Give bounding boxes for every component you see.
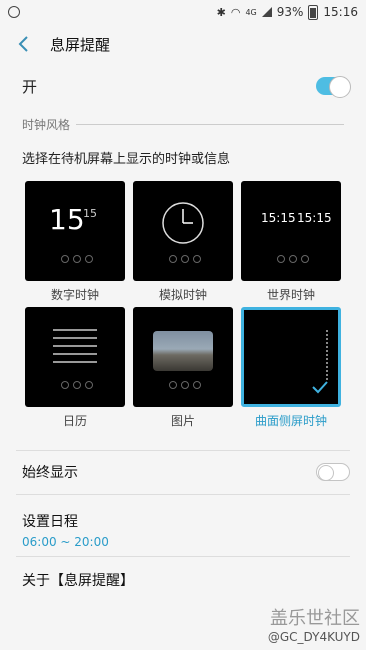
bluetooth-icon: ✱	[216, 5, 226, 19]
clock-tile-label: 曲面侧屏时钟	[254, 414, 327, 428]
clock-time: 15:16	[323, 5, 358, 19]
clock-tile-label: 世界时钟	[266, 288, 315, 302]
world-time-b: 15:15	[297, 211, 332, 225]
edge-clock-strip	[326, 330, 330, 380]
notification-icon	[8, 6, 20, 18]
schedule-value: 06:00 ~ 20:00	[22, 535, 109, 549]
calendar-grid-icon	[53, 329, 97, 363]
always-show-label: 始终显示	[22, 465, 78, 481]
watermark: 盖乐世社区 @GC_DY4KUYD	[268, 607, 360, 646]
clock-tile-label: 模拟时钟	[158, 288, 207, 302]
schedule-row[interactable]: 设置日程 06:00 ~ 20:00	[0, 495, 366, 555]
section-header-clock-style: 时钟风格	[22, 116, 344, 133]
wifi-icon: ◠	[230, 5, 241, 19]
watermark-line2: @GC_DY4KUYD	[267, 630, 360, 645]
signal-icon	[261, 7, 272, 17]
about-label: 关于【息屏提醒】	[22, 573, 134, 589]
clock-tile-calendar[interactable]	[25, 307, 125, 407]
battery-percent: 93%	[276, 5, 304, 19]
back-icon[interactable]	[4, 24, 44, 64]
clock-tile-label: 图片	[170, 414, 195, 428]
analog-clock-icon	[162, 202, 204, 244]
digital-time-big: 15	[49, 203, 85, 236]
watermark-line1: 盖乐世社区	[270, 608, 360, 630]
digital-time-small: 15	[83, 207, 97, 220]
clock-style-description: 选择在待机屏幕上显示的时钟或信息	[22, 152, 231, 167]
checkmark-icon	[312, 381, 328, 394]
clock-tile-edge[interactable]	[241, 307, 341, 407]
section-divider	[76, 124, 344, 125]
clock-tile-label: 数字时钟	[50, 288, 99, 302]
always-show-row[interactable]: 始终显示	[0, 451, 366, 493]
clock-tile-digital[interactable]: 15 15	[25, 181, 125, 281]
app-bar: 息屏提醒	[0, 24, 366, 64]
about-row[interactable]: 关于【息屏提醒】	[0, 557, 366, 603]
network-type: 4G	[245, 7, 257, 17]
section-header-label: 时钟风格	[22, 118, 71, 132]
clock-tile-analog[interactable]	[133, 181, 233, 281]
master-switch-label: 开	[22, 77, 38, 96]
battery-icon	[308, 4, 319, 20]
clock-tile-label: 日历	[62, 414, 87, 428]
status-bar: ✱ ◠ 4G 93% 15:16	[0, 0, 366, 24]
picture-thumbnail	[153, 331, 213, 371]
world-time-a: 15:15	[261, 211, 296, 225]
schedule-label: 设置日程	[22, 514, 78, 530]
master-toggle[interactable]	[316, 76, 351, 98]
page-title: 息屏提醒	[50, 35, 111, 54]
clock-tile-picture[interactable]	[133, 307, 233, 407]
master-switch-row[interactable]: 开	[0, 66, 366, 106]
always-show-toggle[interactable]	[316, 463, 350, 481]
clock-tile-world[interactable]: 15:15 15:15	[241, 181, 341, 281]
